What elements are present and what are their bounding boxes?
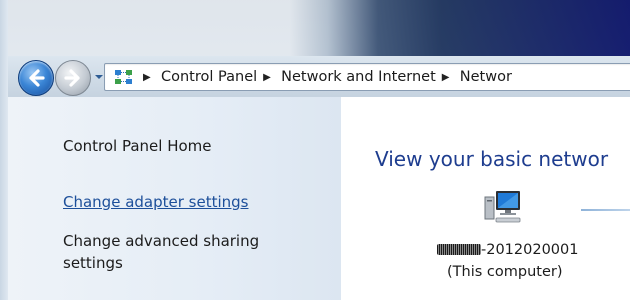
breadcrumb-separator[interactable]: ▶ xyxy=(442,72,452,83)
breadcrumb-network-sharing-center[interactable]: Networ xyxy=(460,69,516,85)
breadcrumb-separator[interactable]: ▶ xyxy=(263,72,273,83)
change-adapter-settings-link[interactable]: Change adapter settings xyxy=(63,193,249,211)
breadcrumb-control-panel[interactable]: Control Panel xyxy=(161,69,261,85)
title-bar-glass xyxy=(0,0,630,56)
computer-name: -2012020001 xyxy=(437,242,579,258)
explorer-window: ▶ Control Panel ▶ Network and Internet ▶… xyxy=(0,0,630,300)
main-content: View your basic networ -2012020001 (This… xyxy=(341,96,630,300)
change-advanced-sharing-link[interactable]: Change advanced sharing settings xyxy=(63,230,303,274)
window-frame-left xyxy=(0,0,8,300)
breadcrumb-network-and-internet[interactable]: Network and Internet xyxy=(281,69,440,85)
network-control-panel-icon xyxy=(115,70,132,84)
chevron-down-icon[interactable] xyxy=(94,70,104,84)
task-pane: Control Panel Home Change adapter settin… xyxy=(8,96,341,300)
computer-name-suffix: -2012020001 xyxy=(481,242,579,258)
breadcrumb-separator[interactable]: ▶ xyxy=(143,72,153,83)
page-title: View your basic networ xyxy=(375,147,609,171)
title-bar xyxy=(0,0,630,56)
back-arrow-icon xyxy=(29,69,45,87)
redacted-name xyxy=(437,244,481,255)
address-bar[interactable]: ▶ Control Panel ▶ Network and Internet ▶… xyxy=(104,63,630,91)
network-connection-line xyxy=(581,209,630,211)
computer-icon[interactable] xyxy=(483,187,523,227)
control-panel-home-link[interactable]: Control Panel Home xyxy=(63,137,212,155)
forward-arrow-icon xyxy=(64,69,80,87)
back-button[interactable] xyxy=(18,60,54,96)
computer-caption: (This computer) xyxy=(447,264,563,280)
forward-button[interactable] xyxy=(55,60,91,96)
